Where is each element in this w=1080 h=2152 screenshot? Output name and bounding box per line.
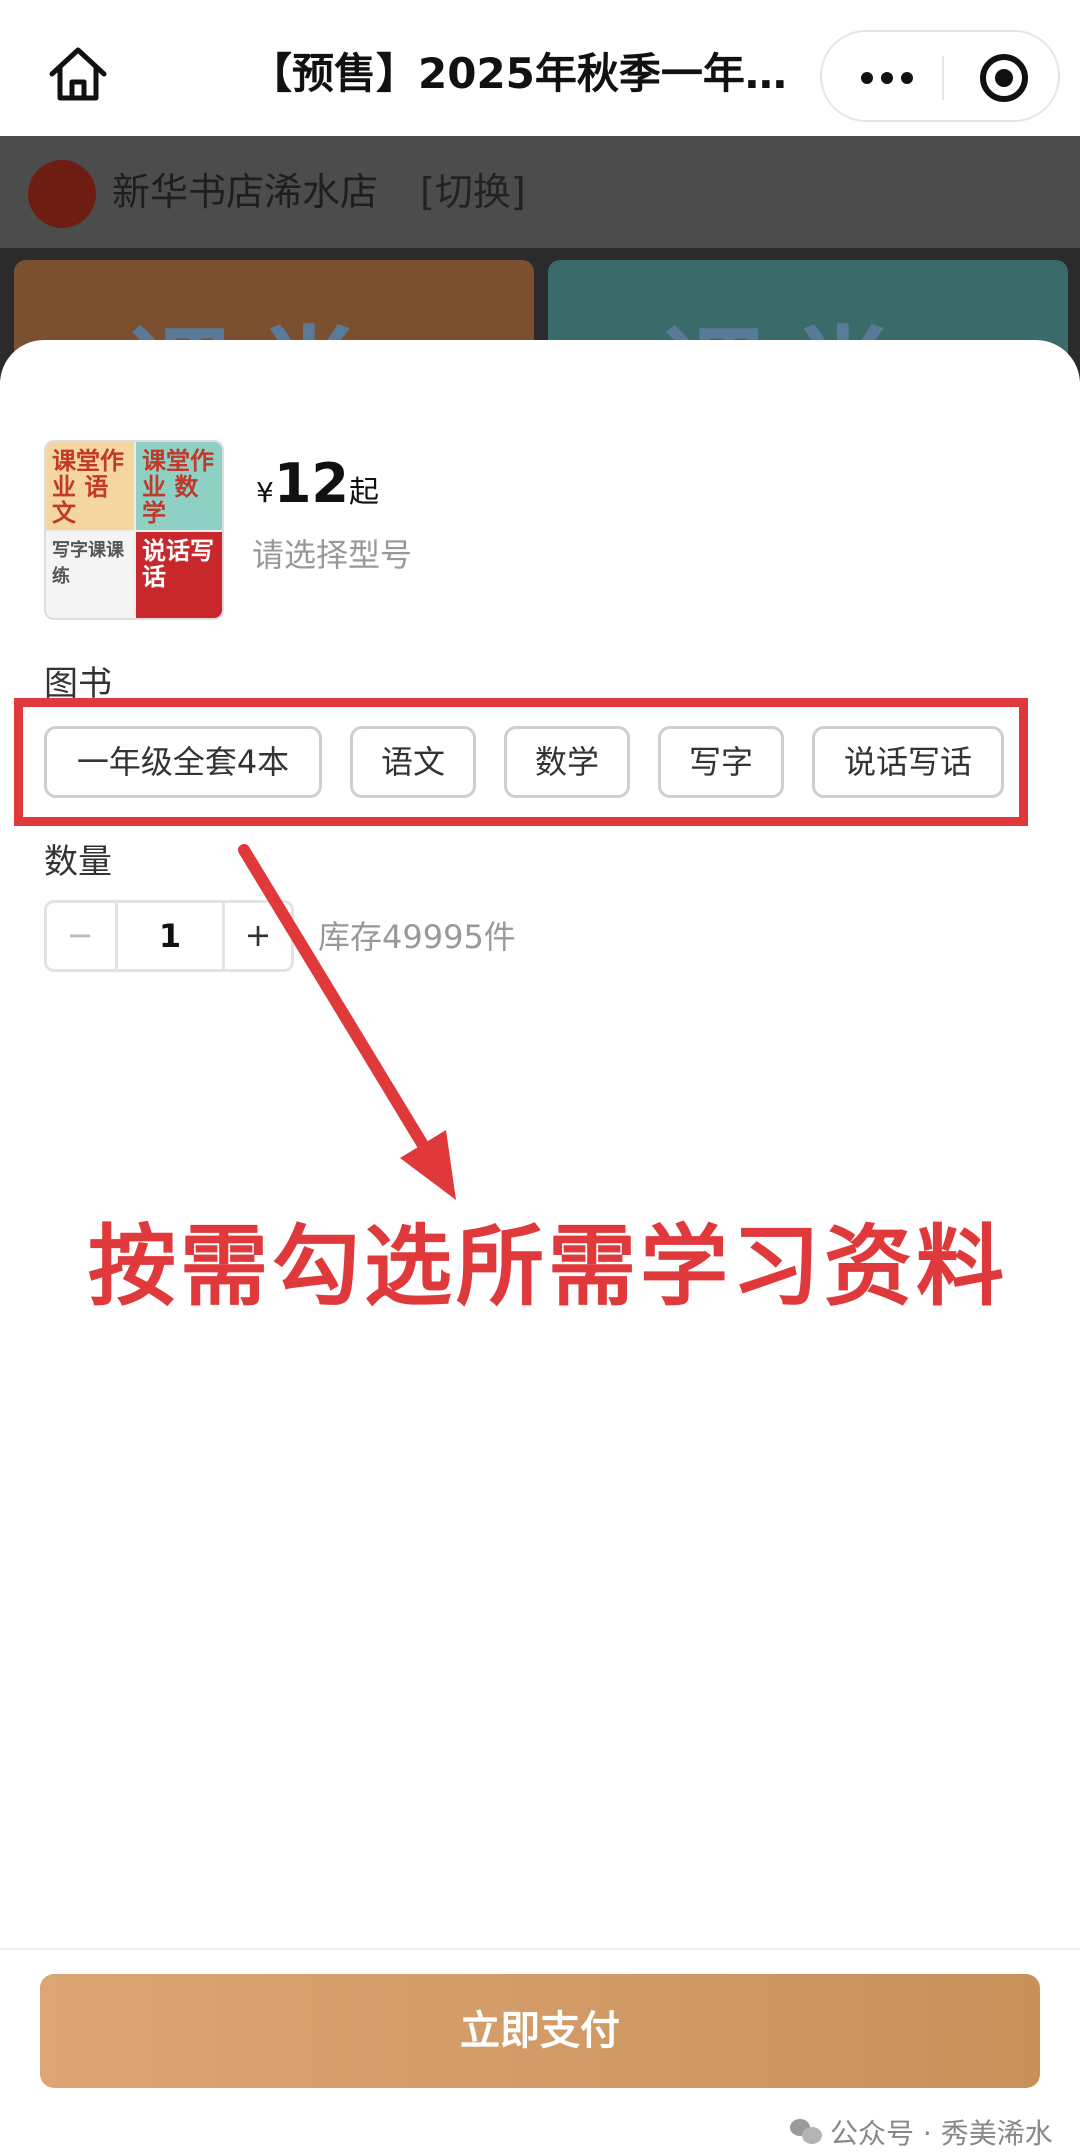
thumb-cover: 写字课课练: [46, 532, 134, 618]
watermark: 公众号 · 秀美浠水: [790, 2112, 1053, 2152]
annotation-callout: 按需勾选所需学习资料: [88, 1215, 1009, 1318]
quantity-input[interactable]: 1: [115, 903, 225, 969]
footer-bar: 立即支付 公众号 · 秀美浠水: [0, 1948, 1080, 2152]
quantity-label: 数量: [44, 842, 112, 882]
home-icon[interactable]: [44, 40, 112, 108]
more-icon[interactable]: [852, 52, 922, 104]
sku-sheet: 课堂作业 语文 课堂作业 数学 写字课课练 说话写话 ¥12起 请选择型号 图书…: [0, 340, 1080, 2152]
decrease-button[interactable]: −: [47, 903, 113, 969]
thumb-cover: 说话写话: [136, 532, 222, 618]
product-price: ¥12起: [256, 452, 379, 515]
page-title: 【预售】2025年秋季一年…: [250, 49, 787, 98]
currency-symbol: ¥: [256, 476, 274, 509]
select-hint: 请选择型号: [252, 536, 413, 574]
shop-name: 新华书店浠水店: [112, 170, 379, 214]
thumb-cover-label: 写字课课练: [52, 540, 124, 587]
capsule-divider: [942, 56, 944, 100]
shop-logo: [28, 160, 96, 228]
price-suffix: 起: [348, 475, 379, 510]
watermark-text: 公众号 · 秀美浠水: [830, 2117, 1053, 2150]
thumb-cover-label: 课堂作业 数学: [142, 447, 214, 527]
thumb-cover-label: 课堂作业 语文: [52, 447, 124, 527]
mini-program-capsule: [820, 30, 1060, 122]
wechat-icon: [790, 2119, 822, 2145]
thumb-cover: 课堂作业 数学: [136, 442, 222, 530]
highlight-box: [14, 698, 1028, 826]
switch-shop-link[interactable]: [切换]: [420, 164, 526, 220]
price-value: 12: [273, 452, 349, 515]
pay-now-button[interactable]: 立即支付: [40, 1974, 1040, 2088]
product-thumbnail[interactable]: 课堂作业 语文 课堂作业 数学 写字课课练 说话写话: [44, 440, 224, 620]
nav-bar: 【预售】2025年秋季一年…: [0, 0, 1080, 136]
close-icon[interactable]: [980, 54, 1028, 102]
thumb-cover: 课堂作业 语文: [46, 442, 134, 530]
thumb-cover-label: 说话写话: [142, 537, 214, 591]
annotation-arrow-icon: [238, 844, 456, 1200]
shop-bar: 新华书店浠水店 [切换]: [0, 136, 1080, 248]
